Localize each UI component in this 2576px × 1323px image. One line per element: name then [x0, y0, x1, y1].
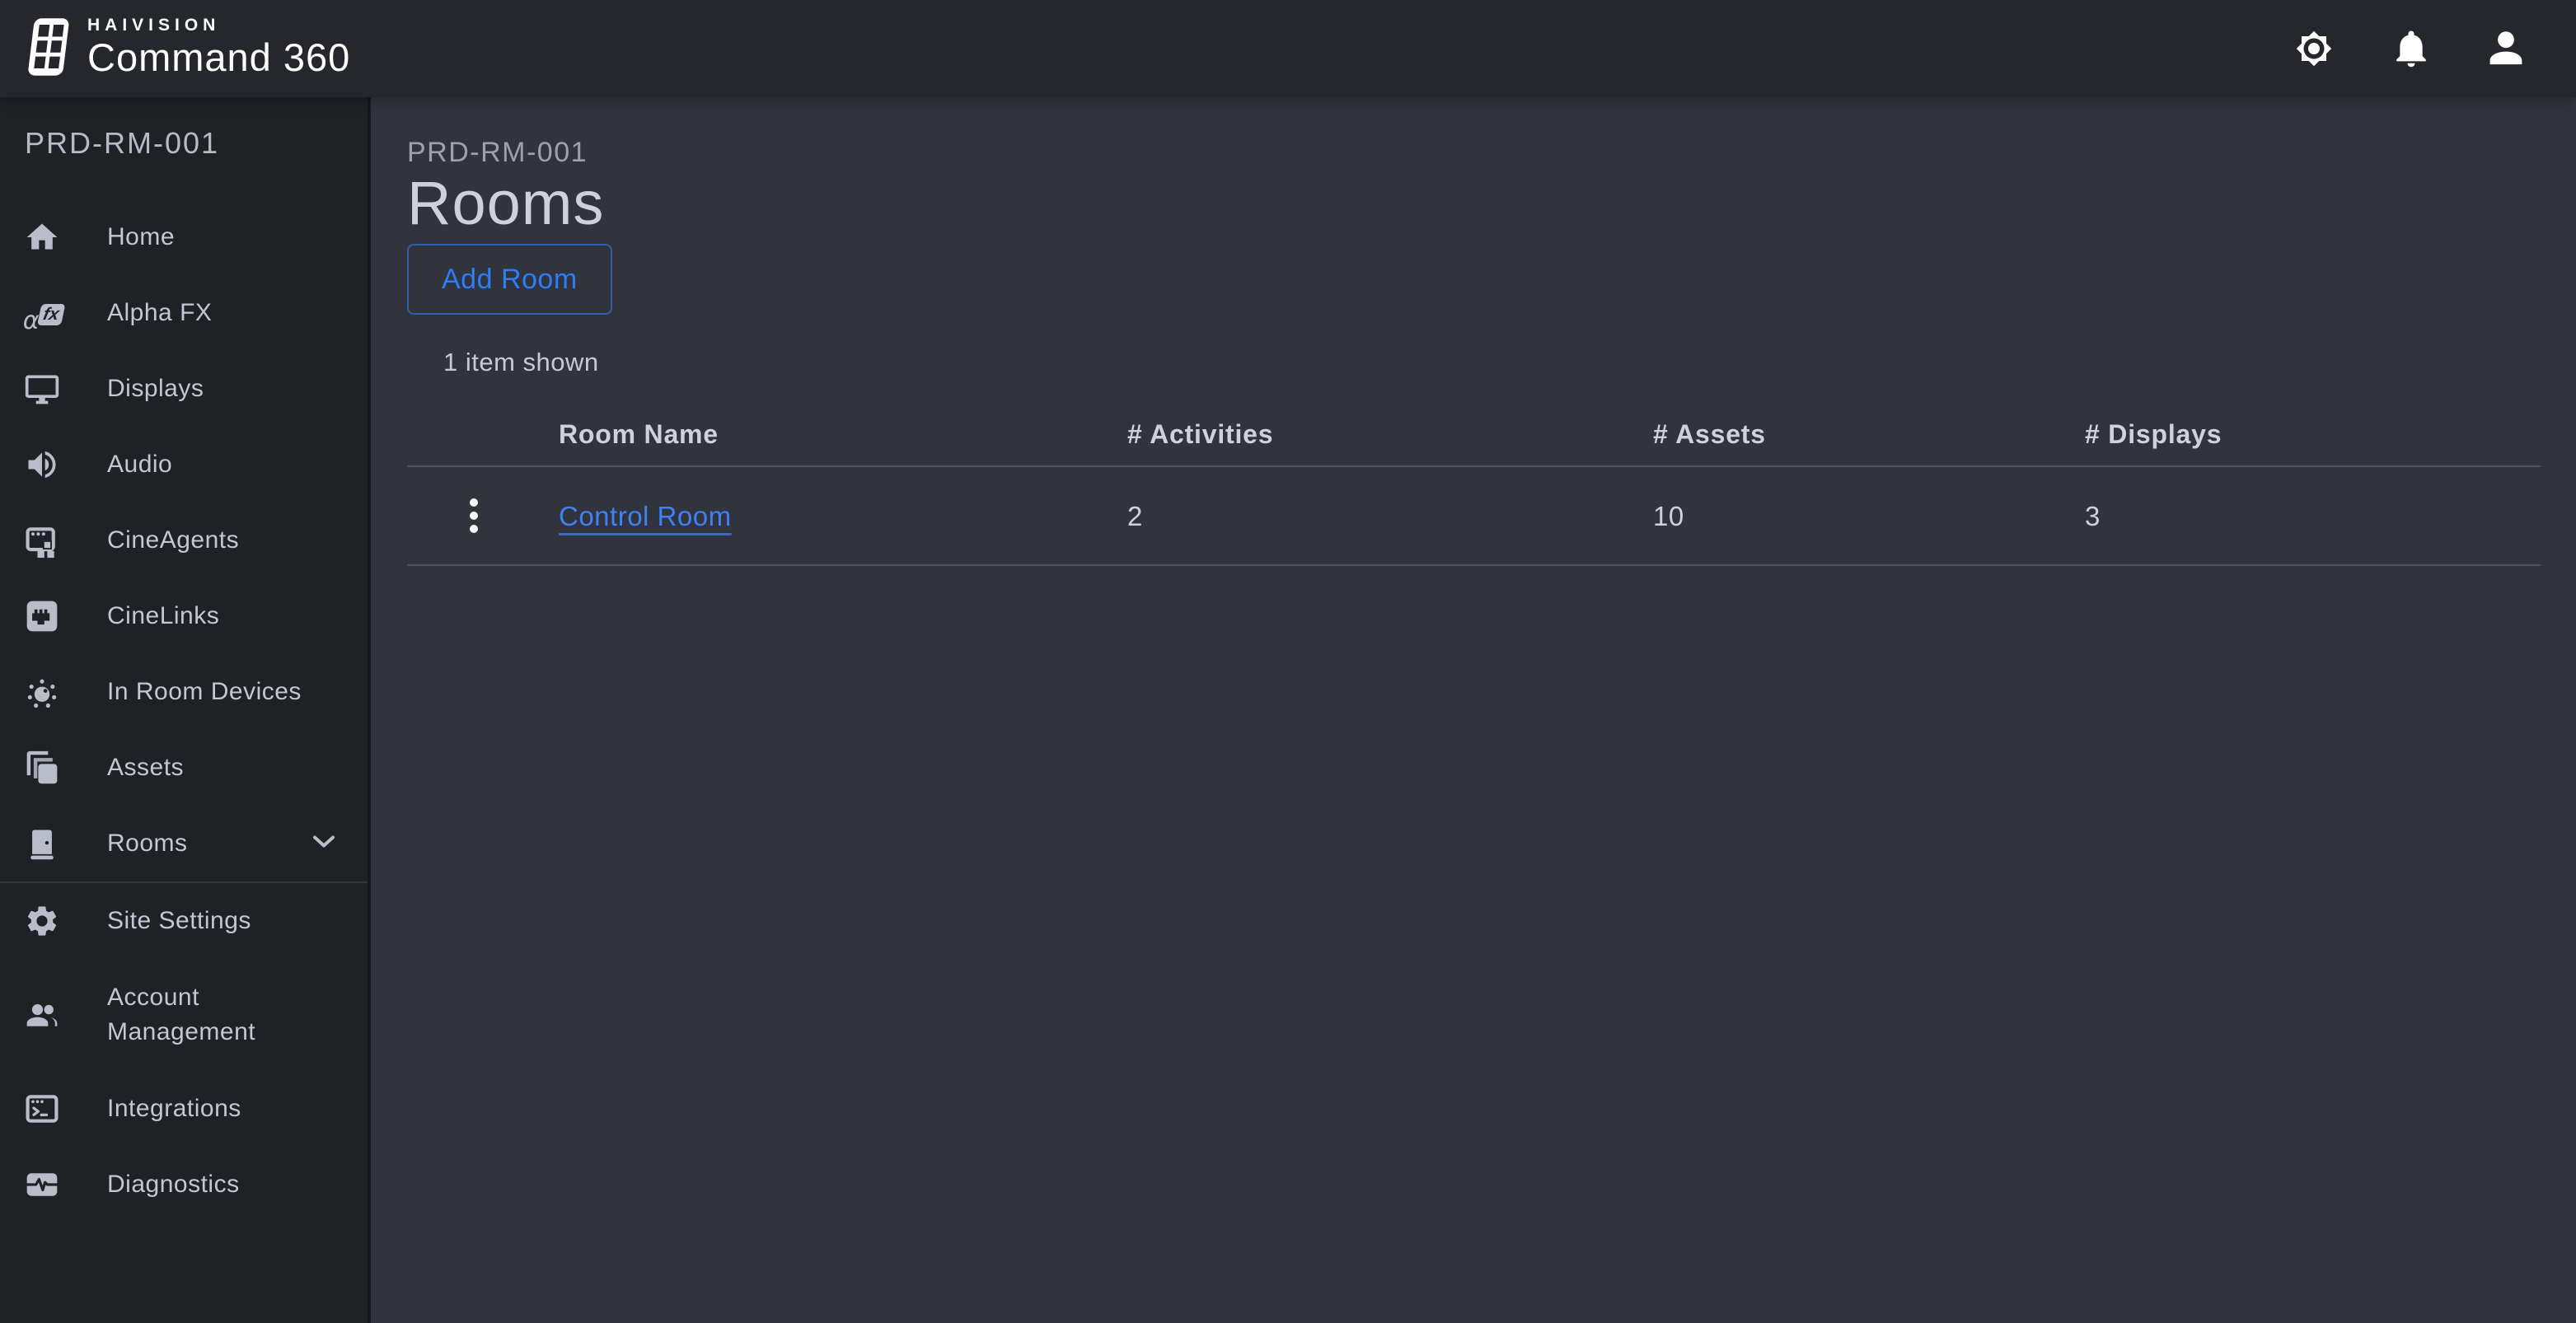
sidebar-nav: Home α fx Alpha FX Displays Audio CineAg…: [0, 199, 368, 1222]
topbar-actions: [2289, 24, 2551, 73]
sidebar-item-label: Assets: [107, 754, 185, 781]
row-actions-cell: [407, 493, 559, 538]
sidebar-item-label: Site Settings: [107, 907, 251, 934]
sidebar-item-label: Alpha FX: [107, 299, 213, 326]
column-header-room-name: Room Name: [559, 419, 719, 449]
column-header-activities: # Activities: [1127, 419, 1274, 449]
sidebar-item-in-room-devices[interactable]: In Room Devices: [0, 654, 368, 730]
add-room-button[interactable]: Add Room: [407, 244, 612, 315]
sidebar-item-cineagents[interactable]: CineAgents: [0, 503, 368, 578]
home-icon: [23, 218, 61, 256]
diagnostics-icon: [23, 1166, 61, 1204]
main-content: PRD-RM-001 Rooms Add Room 1 item shown R…: [374, 97, 2576, 1323]
sidebar-item-integrations[interactable]: Integrations: [0, 1071, 368, 1147]
table-row: Control Room 2 10 3: [407, 467, 2541, 566]
layers-icon: [23, 749, 61, 787]
sidebar-item-label: CineLinks: [107, 602, 220, 629]
sidebar-item-account-management[interactable]: Account Management: [0, 959, 368, 1071]
alpha-glyph: α: [22, 306, 40, 335]
sidebar-item-label: Audio: [107, 451, 173, 478]
items-shown-count: 1 item shown: [443, 348, 599, 376]
door-icon: [23, 825, 61, 863]
sidebar-item-label: Diagnostics: [107, 1171, 240, 1198]
sidebar-item-site-settings[interactable]: Site Settings: [0, 883, 368, 959]
speaker-icon: [23, 446, 61, 484]
sidebar: PRD-RM-001 Home α fx Alpha FX Displays A…: [0, 97, 371, 1323]
people-icon: [23, 996, 61, 1034]
terminal-icon: [23, 1090, 61, 1128]
sidebar-item-label: Rooms: [107, 830, 188, 857]
settings-gear-icon[interactable]: [2289, 24, 2339, 73]
assets-cell: 10: [1653, 500, 1684, 531]
brand-text: HAIVISION Command 360: [87, 16, 350, 80]
sidebar-item-label: Home: [107, 223, 176, 250]
room-link[interactable]: Control Room: [559, 501, 732, 531]
top-bar: HAIVISION Command 360: [0, 0, 2576, 97]
sidebar-item-label: Integrations: [107, 1095, 241, 1122]
displays-cell: 3: [2085, 500, 2101, 531]
product-name: Command 360: [87, 35, 351, 80]
sidebar-item-alpha-fx[interactable]: α fx Alpha FX: [0, 275, 368, 351]
ethernet-icon: [23, 597, 61, 635]
sidebar-site-name: PRD-RM-001: [25, 126, 220, 160]
sidebar-item-diagnostics[interactable]: Diagnostics: [0, 1147, 368, 1222]
sidebar-item-label: Displays: [107, 375, 204, 402]
page-title: Rooms: [407, 169, 605, 237]
column-header-assets: # Assets: [1653, 419, 1766, 449]
activities-cell: 2: [1127, 500, 1143, 531]
room-name-cell: Control Room: [559, 503, 1127, 530]
display-icon: [23, 370, 61, 408]
fx-glyph: fx: [36, 304, 65, 325]
sidebar-item-label: CineAgents: [107, 526, 240, 554]
sidebar-item-label: Account Management: [107, 984, 256, 1045]
kebab-menu-icon[interactable]: [460, 493, 488, 538]
chevron-down-icon: [311, 834, 336, 854]
sidebar-item-label: In Room Devices: [107, 678, 302, 705]
table-header-row: Room Name # Activities # Assets # Displa…: [407, 375, 2541, 467]
column-header-displays: # Displays: [2085, 419, 2222, 449]
sidebar-item-cinelinks[interactable]: CineLinks: [0, 578, 368, 654]
notifications-bell-icon[interactable]: [2390, 27, 2433, 70]
sidebar-item-audio[interactable]: Audio: [0, 427, 368, 503]
sidebar-item-assets[interactable]: Assets: [0, 730, 368, 806]
rooms-table: Room Name # Activities # Assets # Displa…: [407, 375, 2541, 566]
sidebar-item-displays[interactable]: Displays: [0, 351, 368, 427]
sidebar-item-rooms[interactable]: Rooms: [0, 806, 368, 881]
brand-name: HAIVISION: [87, 16, 221, 35]
brand-logo: HAIVISION Command 360: [25, 16, 350, 82]
window-agents-icon: [23, 521, 61, 559]
alpha-fx-icon: α fx: [22, 294, 65, 335]
gear-icon: [23, 902, 61, 940]
user-profile-icon[interactable]: [2484, 26, 2528, 71]
device-hub-icon: [23, 673, 61, 711]
haivision-logo-icon: [25, 16, 69, 82]
breadcrumb: PRD-RM-001: [407, 137, 588, 168]
sidebar-item-home[interactable]: Home: [0, 199, 368, 275]
